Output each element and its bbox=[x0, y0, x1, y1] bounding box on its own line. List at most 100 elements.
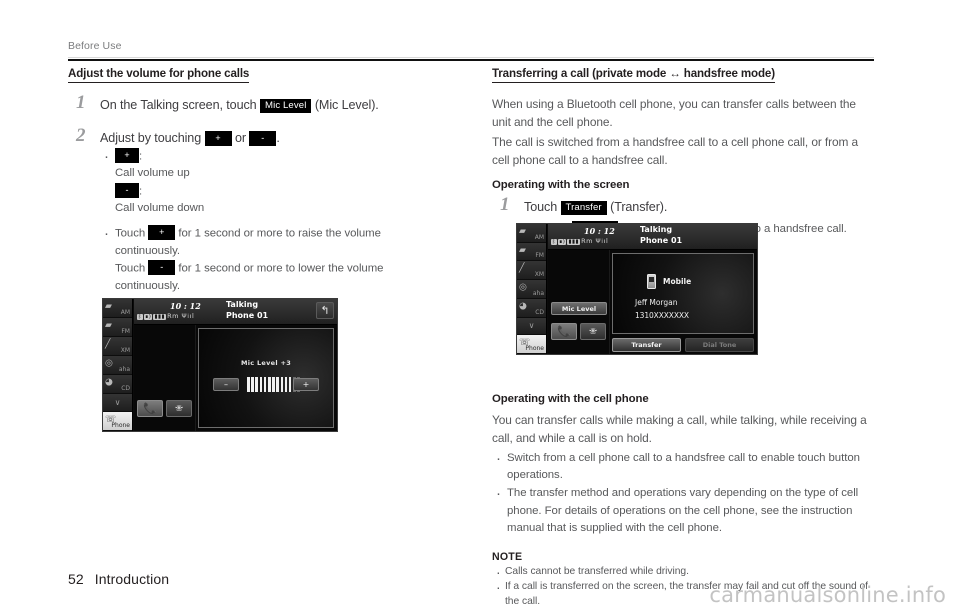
bullet-hold-to-adjust: Touch + for 1 second or more to raise th… bbox=[100, 223, 453, 295]
bullet-transfer-method: The transfer method and operations vary … bbox=[492, 483, 874, 537]
sidebar-item-xm[interactable]: ╱ XM bbox=[517, 261, 546, 281]
intro-paragraph-1: When using a Bluetooth cell phone, you c… bbox=[492, 97, 856, 129]
screen-body: Mic Level 📞 🕾 Mobile Jeff Morgan 1310XXX… bbox=[548, 250, 757, 354]
sidebar-label: XM bbox=[534, 271, 544, 279]
roaming-icon: Rm bbox=[167, 312, 179, 320]
sidebar-item-phone[interactable]: ☏ Phone bbox=[517, 335, 546, 354]
mic-level-plus-button[interactable]: + bbox=[293, 378, 319, 391]
step-text: Touch Transfer (Transfer). bbox=[524, 198, 874, 216]
screen-status-bar: 10 : 12 ᛒ ∎) ▮▮▮ Rm Ψ⁞ıl Talking Phone 01 bbox=[548, 224, 757, 250]
figure-transfer-screen: ▰ AM ▰ FM ╱ XM ◎ aha ◕ CD ∨ ☏ Phone 10:… bbox=[516, 223, 758, 355]
caller-name-label: Jeff Morgan bbox=[635, 298, 678, 307]
satellite-xm-icon: ╱ bbox=[105, 339, 111, 350]
step-number: 2 bbox=[76, 125, 86, 147]
sidebar-label: Phone bbox=[111, 422, 130, 429]
raise-volume-text: for 1 second or more to raise the volume bbox=[178, 227, 381, 240]
transfer-key-badge: Transfer bbox=[560, 200, 607, 215]
sidebar-item-fm[interactable]: ▰ FM bbox=[103, 318, 132, 337]
bullet-volume-keys: +: Call volume up -: Call volume down bbox=[100, 145, 453, 218]
screen-left-pane: Mic Level 📞 🕾 bbox=[548, 250, 610, 354]
sidebar-item-more[interactable]: ∨ bbox=[103, 394, 132, 412]
cd-disc-icon: ◕ bbox=[105, 377, 113, 388]
answer-call-icon[interactable]: 📞 bbox=[137, 400, 163, 417]
gauge-bar bbox=[284, 377, 288, 392]
sidebar-item-cd[interactable]: ◕ CD bbox=[103, 375, 132, 394]
signal-icon: Ψ⁞ıl bbox=[181, 312, 195, 320]
roaming-icon: Rm bbox=[581, 237, 593, 245]
screen-sidebar: ▰ AM ▰ FM ╱ XM ◎ aha ◕ CD ∨ ☏ Phone bbox=[103, 299, 133, 431]
sidebar-item-fm[interactable]: ▰ FM bbox=[517, 242, 546, 262]
left-step2-bullets: +: Call volume up -: Call volume down To… bbox=[100, 145, 453, 296]
sidebar-item-cd[interactable]: ◕ CD bbox=[517, 298, 546, 318]
sidebar-label: CD bbox=[535, 308, 544, 316]
radio-fm-icon: ▰ bbox=[105, 320, 112, 331]
screen-main: 10 : 12 ᛒ ∎) ▮▮▮ Rm Ψ⁞ıl Talking Phone 01 M… bbox=[548, 224, 757, 354]
signal-icon: Ψ⁞ıl bbox=[595, 237, 609, 245]
mic-level-gauge bbox=[247, 377, 300, 392]
running-header: Before Use bbox=[68, 40, 122, 52]
sidebar-label: CD bbox=[121, 385, 130, 392]
gauge-bar bbox=[263, 377, 267, 392]
call-volume-down-label: Call volume down bbox=[115, 202, 205, 215]
gauge-bar bbox=[267, 377, 271, 392]
gauge-bar bbox=[251, 377, 254, 392]
call-buttons-row: 📞 🕾 bbox=[551, 323, 606, 340]
end-call-icon[interactable]: 🕾 bbox=[580, 323, 606, 340]
sidebar-label: aha bbox=[118, 366, 130, 373]
screen-status-bar: 10 : 12 ᛒ ∎) ▮▮▮ Rm Ψ⁞ıl Talking Phone 01 ↰ bbox=[134, 299, 337, 325]
step-number: 1 bbox=[76, 92, 86, 113]
call-state-title: Talking bbox=[226, 300, 259, 309]
watermark: carmanualsonline.info bbox=[709, 583, 946, 607]
sidebar-item-more[interactable]: ∨ bbox=[517, 317, 546, 336]
gauge-bar bbox=[280, 377, 284, 392]
head-unit-screen[interactable]: ▰ AM ▰ FM ╱ XM ◎ aha ◕ CD ∨ ☏ Phone 10:… bbox=[102, 298, 338, 432]
end-call-icon[interactable]: 🕾 bbox=[166, 400, 192, 417]
mic-level-minus-button[interactable]: – bbox=[213, 378, 239, 391]
gauge-bar bbox=[272, 377, 275, 392]
battery-icon: ▮▮▮ bbox=[153, 314, 167, 320]
subheading-operating-cellphone: Operating with the cell phone bbox=[492, 393, 649, 406]
step-text: On the Talking screen, touch Mic Level (… bbox=[100, 96, 453, 114]
screen-main: 10 : 12 ᛒ ∎) ▮▮▮ Rm Ψ⁞ıl Talking Phone 01 ↰… bbox=[134, 299, 337, 431]
colon: : bbox=[139, 150, 143, 162]
call-volume-up-label: Call volume up bbox=[115, 167, 190, 180]
transfer-button[interactable]: Transfer bbox=[612, 338, 681, 352]
sidebar-item-xm[interactable]: ╱ XM bbox=[103, 337, 132, 356]
radio-am-icon: ▰ bbox=[105, 301, 112, 312]
plus-key-badge: + bbox=[204, 130, 232, 147]
sidebar-label: AM bbox=[534, 233, 544, 241]
left-section-title: Adjust the volume for phone calls bbox=[68, 67, 249, 83]
mic-level-button[interactable]: Mic Level bbox=[551, 302, 607, 315]
answer-call-icon[interactable]: 📞 bbox=[551, 323, 577, 340]
clock-label: 10 : 12 bbox=[584, 226, 615, 236]
speaker-icon: ∎) bbox=[143, 314, 153, 320]
cellphone-icon bbox=[647, 274, 656, 289]
colon: : bbox=[139, 185, 143, 198]
minus-key-badge: - bbox=[115, 182, 139, 198]
sidebar-item-aha[interactable]: ◎ aha bbox=[517, 280, 546, 299]
head-unit-screen-transfer[interactable]: ▰ AM ▰ FM ╱ XM ◎ aha ◕ CD ∨ ☏ Phone 10:… bbox=[516, 223, 758, 355]
back-arrow-icon[interactable]: ↰ bbox=[316, 302, 334, 319]
mic-level-panel: Mic Level +3 – + bbox=[198, 328, 334, 428]
sidebar-item-am[interactable]: ▰ AM bbox=[517, 224, 546, 243]
satellite-xm-icon: ╱ bbox=[519, 263, 525, 274]
dial-tone-button: Dial Tone bbox=[685, 338, 754, 352]
sidebar-item-am[interactable]: ▰ AM bbox=[103, 299, 132, 318]
sidebar-item-phone[interactable]: ☏ Phone bbox=[103, 412, 132, 431]
step1-text-after: (Mic Level). bbox=[314, 98, 379, 112]
footer-section-label: Introduction bbox=[94, 571, 170, 587]
figure-mic-level-screen: ▰ AM ▰ FM ╱ XM ◎ aha ◕ CD ∨ ☏ Phone 10:… bbox=[102, 298, 338, 432]
sidebar-item-aha[interactable]: ◎ aha bbox=[103, 356, 132, 375]
mic-level-value-label: Mic Level +3 bbox=[240, 359, 292, 367]
screen-left-pane: 📞 🕾 bbox=[134, 325, 196, 431]
touch-word-2: Touch bbox=[115, 262, 146, 275]
bluetooth-icon: ᛒ bbox=[551, 239, 557, 245]
header-rule bbox=[68, 57, 874, 61]
cellphone-paragraph: You can transfer calls while making a ca… bbox=[492, 413, 867, 445]
step2-text-before: Adjust by touching bbox=[100, 131, 202, 146]
mic-level-key-badge: Mic Level bbox=[260, 98, 312, 113]
touch-word: Touch bbox=[115, 227, 146, 240]
screen-body: 📞 🕾 Mic Level +3 – + bbox=[134, 325, 337, 431]
screen-sidebar: ▰ AM ▰ FM ╱ XM ◎ aha ◕ CD ∨ ☏ Phone bbox=[517, 224, 547, 354]
left-step-1: 1 On the Talking screen, touch Mic Level… bbox=[68, 92, 453, 114]
